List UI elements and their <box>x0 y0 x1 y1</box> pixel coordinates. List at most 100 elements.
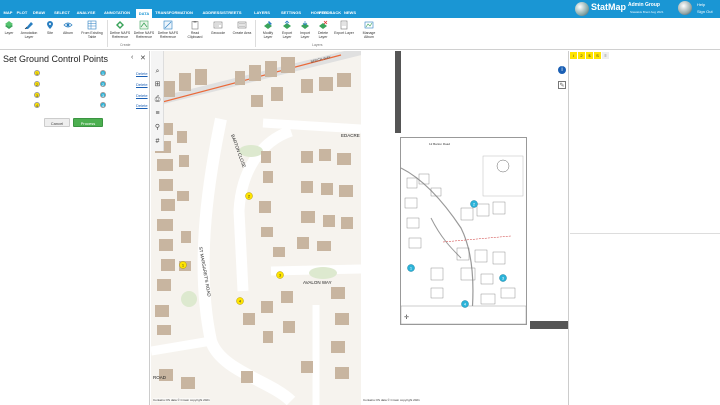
target-point-2[interactable]: 2 <box>100 81 106 87</box>
process-button[interactable]: Process <box>73 118 103 127</box>
tab-plot[interactable]: PLOT <box>16 8 28 18</box>
delete-point-1-link[interactable]: Delete <box>136 71 148 76</box>
plan-marker-2[interactable]: 2 <box>470 200 478 208</box>
tab-list[interactable]: ≡ <box>602 52 609 59</box>
annotation-layer-button[interactable]: Annotation Layer <box>18 20 40 39</box>
define-nafs-reference-2-label: Define NAFS Reference <box>133 31 155 39</box>
tab-info[interactable]: i <box>570 52 577 59</box>
ground-control-points-panel: Set Ground Control Points ‹ ✕ 1 2 3 4 1 … <box>0 51 150 405</box>
tab-transformation[interactable]: TRANSFORMATION <box>154 8 194 18</box>
avatar[interactable] <box>678 1 692 15</box>
search-icon[interactable]: ⌕ <box>153 67 162 76</box>
top-menu-bar: MAP PLOT DRAW SELECT ANALYSE ANNOTATION … <box>0 0 720 18</box>
edit-icon[interactable]: ✎ <box>558 81 566 89</box>
georef-icon <box>163 20 173 30</box>
nafs-alt-icon <box>139 20 149 30</box>
zoom-icon[interactable]: ⚲ <box>153 123 162 132</box>
street-label: EDACRE <box>341 133 360 138</box>
export-file-icon <box>340 20 348 30</box>
scanned-plan[interactable]: 12 Barton Road ✛ 1 2 3 4 <box>400 137 527 325</box>
grid-icon[interactable]: # <box>153 137 162 146</box>
tab-annotation[interactable]: ANNOTATION <box>100 8 134 18</box>
map-marker-1[interactable]: 1 <box>179 261 187 269</box>
source-point-4[interactable]: 4 <box>34 102 40 108</box>
define-nafs-reference-label: Define NAFS Reference <box>109 31 131 39</box>
print-icon[interactable]: ⎙ <box>153 95 162 104</box>
transformation-label: Define NAFS Reference <box>157 31 179 39</box>
define-nafs-reference-2-button[interactable]: Define NAFS Reference <box>133 20 155 39</box>
delete-point-3-link[interactable]: Delete <box>136 93 148 98</box>
delete-layer-button[interactable]: Delete Layer <box>314 20 332 39</box>
tab-cost[interactable]: $ <box>586 52 593 59</box>
tab-news[interactable]: NEWS <box>342 8 358 18</box>
extent-icon[interactable]: ⊞ <box>153 80 162 89</box>
logo-name: StatMap <box>591 2 627 12</box>
target-point-3[interactable]: 3 <box>100 92 106 98</box>
site-button[interactable]: Site <box>42 20 58 35</box>
target-point-4[interactable]: 4 <box>100 102 106 108</box>
delete-layer-icon <box>319 20 328 29</box>
define-nafs-reference-button[interactable]: Define NAFS Reference <box>109 20 131 39</box>
import-layer-button[interactable]: Import Layer <box>296 20 314 39</box>
export-layer-button[interactable]: Export Layer <box>278 20 296 39</box>
source-point-1[interactable]: 1 <box>34 70 40 76</box>
album-button[interactable]: Album <box>59 20 77 35</box>
os-map[interactable]: BARTON CLOSE ST MARGARET'S ROAD AVALON W… <box>151 51 361 405</box>
tab-settings[interactable]: SETTINGS <box>276 8 306 18</box>
tab-two[interactable]: 2 <box>578 52 585 59</box>
target-point-1[interactable]: 1 <box>100 70 106 76</box>
info-icon[interactable]: i <box>558 66 566 74</box>
globe-icon <box>575 2 589 16</box>
tab-layers[interactable]: LAYERS <box>252 8 272 18</box>
map-marker-4[interactable]: 4 <box>236 297 244 305</box>
site-icon <box>47 21 53 29</box>
map-tools: ⌕ ⊞ ⎙ ≡ ⚲ # <box>151 51 164 151</box>
manage-album-icon <box>364 21 374 29</box>
close-icon[interactable]: ✕ <box>140 54 146 62</box>
source-point-2[interactable]: 2 <box>34 81 40 87</box>
read-clipboard-label: Read Clipboard <box>187 31 203 39</box>
tab-draw[interactable]: DRAW <box>32 8 46 18</box>
from-existing-table-button[interactable]: From Existing Table <box>79 20 105 39</box>
help-link[interactable]: Help <box>697 2 705 7</box>
geocode-icon <box>213 21 223 29</box>
right-panel-divider <box>570 233 720 234</box>
plan-marker-1[interactable]: 1 <box>407 264 415 272</box>
manage-album-button[interactable]: Manage Album <box>358 20 380 39</box>
tab-data[interactable]: DATA <box>136 9 152 18</box>
source-point-3[interactable]: 3 <box>34 92 40 98</box>
delete-point-2-link[interactable]: Delete <box>136 82 148 87</box>
scroll-divider <box>395 51 401 133</box>
ribbon-group-layers: Layers <box>312 43 323 47</box>
tab-analyse[interactable]: ANALYSE <box>74 8 98 18</box>
tab-feedback[interactable]: FEEDBACK <box>316 8 344 18</box>
collapse-panel-icon[interactable]: ‹ <box>131 54 133 61</box>
map-marker-3[interactable]: 3 <box>276 271 284 279</box>
tab-s[interactable]: S <box>594 52 601 59</box>
plan-marker-3[interactable]: 3 <box>499 274 507 282</box>
read-clipboard-button[interactable]: Read Clipboard <box>183 20 207 39</box>
plan-marker-4[interactable]: 4 <box>461 300 469 308</box>
tab-map[interactable]: MAP <box>3 8 13 18</box>
delete-point-4-link[interactable]: Delete <box>136 103 148 108</box>
user-group-name: Admin Group <box>628 2 660 8</box>
geocode-label: Geocode <box>210 31 226 35</box>
site-label: Site <box>46 31 54 35</box>
ribbon-separator <box>255 20 256 47</box>
create-area-button[interactable]: Create Area <box>231 20 253 35</box>
export-layer-2-button[interactable]: Export Layer <box>332 20 356 35</box>
cancel-button[interactable]: Cancel <box>44 118 70 127</box>
menu-icon[interactable]: ≡ <box>153 109 162 118</box>
map-marker-2[interactable]: 2 <box>245 192 253 200</box>
export-layer-label: Export Layer <box>281 31 293 39</box>
image-copyright: Contains OS data © Crown copyright 2021 <box>363 398 420 402</box>
modify-layer-button[interactable]: Modify Layer <box>258 20 278 39</box>
transformation-button[interactable]: Define NAFS Reference <box>157 20 179 39</box>
tab-select[interactable]: SELECT <box>52 8 72 18</box>
export-layer-2-label: Export Layer <box>334 31 354 35</box>
sign-out-link[interactable]: Sign Out <box>697 9 713 14</box>
layer-button[interactable]: Layer <box>1 20 17 35</box>
geocode-button[interactable]: Geocode <box>207 20 229 35</box>
tab-address-streets[interactable]: ADDRESS/STREETS <box>196 8 248 18</box>
map-view[interactable]: BARTON CLOSE ST MARGARET'S ROAD AVALON W… <box>151 51 361 405</box>
